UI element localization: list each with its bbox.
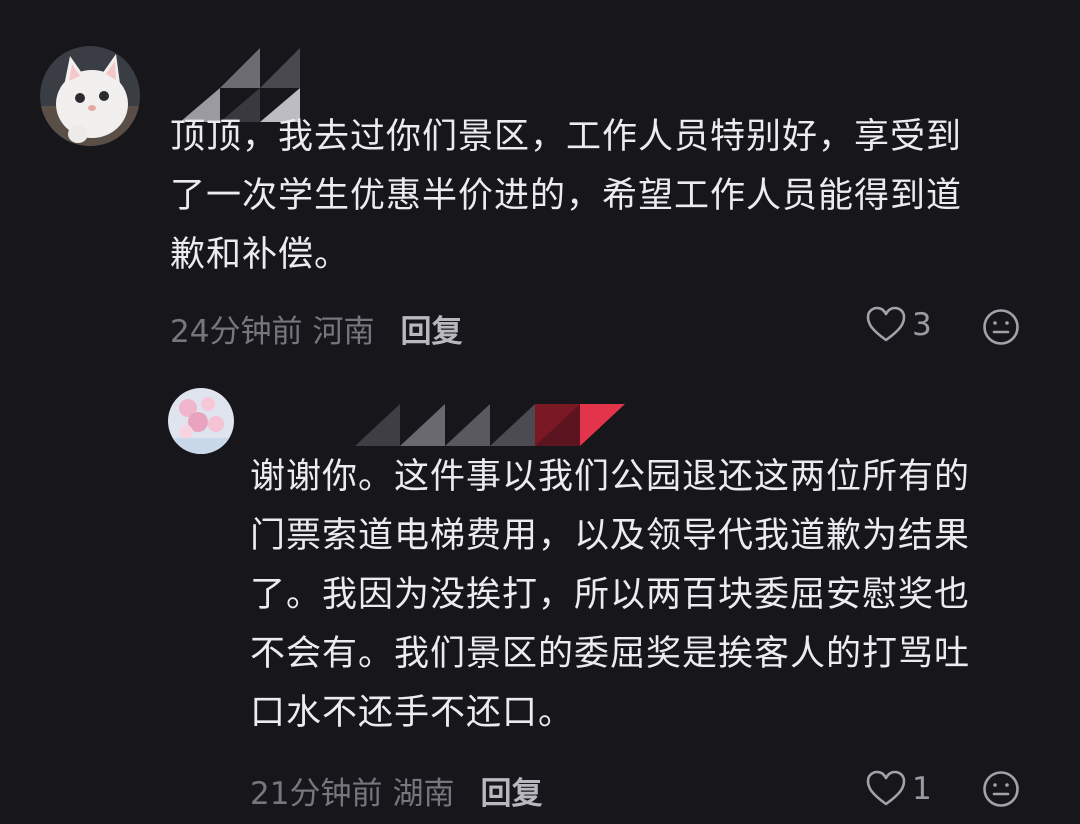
reply-line: 不会有。我们景区的委屈奖是挨客人的打骂吐 bbox=[250, 634, 971, 674]
white-cat-avatar-icon bbox=[40, 46, 140, 146]
username-mask bbox=[355, 404, 625, 446]
comment-1: 顶顶，我去过你们景区，工作人员特别好，享受到 了一次学生优惠半价进的，希望工作人… bbox=[0, 0, 1080, 360]
reply-line: 口水不还手不还口。 bbox=[250, 693, 575, 733]
reply-time: 21分钟前 bbox=[250, 776, 383, 812]
heart-icon bbox=[866, 306, 906, 342]
like-count: 3 bbox=[912, 307, 932, 343]
comment-thread: 顶顶，我去过你们景区，工作人员特别好，享受到 了一次学生优惠半价进的，希望工作人… bbox=[0, 0, 1080, 824]
comment-line: 顶顶，我去过你们景区，工作人员特别好，享受到 bbox=[170, 117, 963, 157]
comment-2: 谢谢你。这件事以我们公园退还这两位所有的 门票索道电梯费用，以及领导代我道歉为结… bbox=[0, 380, 1080, 824]
reply-location: 湖南 bbox=[392, 776, 455, 812]
emoji-react-button[interactable] bbox=[982, 770, 1020, 808]
comment-meta: 24分钟前 河南 回复 bbox=[170, 306, 462, 351]
reply-line: 门票索道电梯费用，以及领导代我道歉为结果 bbox=[250, 516, 971, 556]
avatar[interactable] bbox=[40, 46, 140, 146]
reply-line: 谢谢你。这件事以我们公园退还这两位所有的 bbox=[250, 457, 971, 497]
comment-line: 了一次学生优惠半价进的，希望工作人员能得到道 bbox=[170, 176, 963, 216]
reply-button[interactable]: 回复 bbox=[400, 314, 462, 350]
heart-icon bbox=[866, 770, 906, 806]
comment-text: 顶顶，我去过你们景区，工作人员特别好，享受到 了一次学生优惠半价进的，希望工作人… bbox=[170, 108, 1030, 285]
avatar[interactable] bbox=[168, 388, 234, 454]
like-button[interactable]: 3 bbox=[866, 306, 932, 344]
neutral-face-icon bbox=[983, 309, 1019, 345]
emoji-react-button[interactable] bbox=[982, 308, 1020, 346]
pink-flower-avatar-icon bbox=[168, 388, 234, 454]
comment-location: 河南 bbox=[312, 314, 375, 350]
reply-line: 了。我因为没挨打，所以两百块委屈安慰奖也 bbox=[250, 575, 971, 615]
neutral-face-icon bbox=[983, 771, 1019, 807]
like-count: 1 bbox=[912, 771, 932, 807]
comment-line: 歉和补偿。 bbox=[170, 235, 351, 275]
reply-button[interactable]: 回复 bbox=[480, 776, 542, 812]
comment-time: 24分钟前 bbox=[170, 314, 303, 350]
reply-text: 谢谢你。这件事以我们公园退还这两位所有的 门票索道电梯费用，以及领导代我道歉为结… bbox=[250, 448, 1030, 743]
like-button[interactable]: 1 bbox=[866, 770, 932, 808]
reply-meta: 21分钟前 湖南 回复 bbox=[250, 768, 542, 813]
